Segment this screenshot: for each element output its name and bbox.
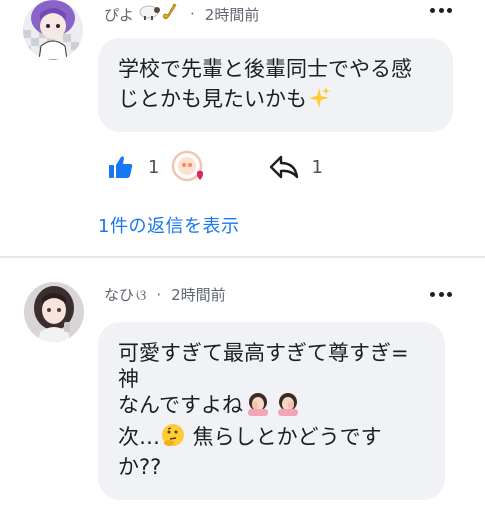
- share-icon: [270, 155, 299, 179]
- author-name[interactable]: ぴよ: [104, 4, 134, 25]
- comment-item: なひ ଓ · 2時間前 可愛すぎて最高すぎて尊すぎ= 神 なんですよね 次… 焦…: [0, 258, 485, 512]
- comment-line: か??: [118, 455, 162, 479]
- more-icon: [430, 291, 435, 297]
- comment-meta: ぴよ · 2時間前: [104, 2, 259, 26]
- thinking-face-emoji: [160, 422, 186, 454]
- avatar[interactable]: [23, 0, 83, 60]
- comment-line: 学校で先輩と後輩同士でやる感: [118, 57, 412, 81]
- author-name[interactable]: なひ: [104, 284, 134, 305]
- author-suffix: ଓ: [136, 285, 147, 304]
- reply-count: 1: [311, 156, 323, 178]
- sheep-emoji: [138, 3, 161, 25]
- saxophone-emoji: [160, 2, 180, 26]
- like-button[interactable]: [108, 154, 134, 180]
- face-palm-emoji: [245, 392, 271, 422]
- comment-line: 可愛すぎて最高すぎて尊すぎ=: [118, 341, 409, 365]
- care-reaction-icon: [172, 150, 204, 182]
- more-icon: [430, 7, 435, 13]
- reply-button[interactable]: [269, 154, 299, 180]
- comment-line: 神: [118, 367, 139, 391]
- more-options-button[interactable]: [430, 6, 452, 14]
- comment-meta: なひ ଓ · 2時間前: [104, 284, 226, 305]
- face-palm-emoji: [275, 392, 301, 422]
- more-options-button[interactable]: [430, 290, 452, 298]
- comment-bubble[interactable]: 可愛すぎて最高すぎて尊すぎ= 神 なんですよね 次… 焦らしとかどうです か??: [98, 322, 445, 500]
- comment-bubble[interactable]: 学校で先輩と後輩同士でやる感 じとかも見たいかも: [98, 38, 453, 132]
- comment-time: 2時間前: [204, 5, 260, 24]
- comment-item: ぴよ · 2時間前 学校で先輩と後輩同士でやる感 じとかも見たいかも 1 1 1…: [0, 0, 485, 256]
- comment-line: じとかも見たいかも: [118, 87, 307, 111]
- thumbs-up-icon: [109, 156, 133, 178]
- comment-thread: ぴよ · 2時間前 学校で先輩と後輩同士でやる感 じとかも見たいかも 1 1 1…: [0, 0, 485, 512]
- comment-time: 2時間前: [171, 286, 226, 304]
- comment-line: 次…: [118, 425, 160, 449]
- comment-line: なんですよね: [118, 393, 243, 417]
- comment-line: 焦らしとかどうです: [186, 425, 382, 449]
- like-count: 1: [148, 156, 160, 178]
- avatar[interactable]: [24, 282, 84, 342]
- sparkles-emoji: [307, 86, 331, 118]
- care-reaction-button[interactable]: [171, 150, 207, 184]
- view-replies-link[interactable]: 1件の返信を表示: [98, 212, 239, 238]
- reaction-bar: 1 1: [108, 150, 323, 184]
